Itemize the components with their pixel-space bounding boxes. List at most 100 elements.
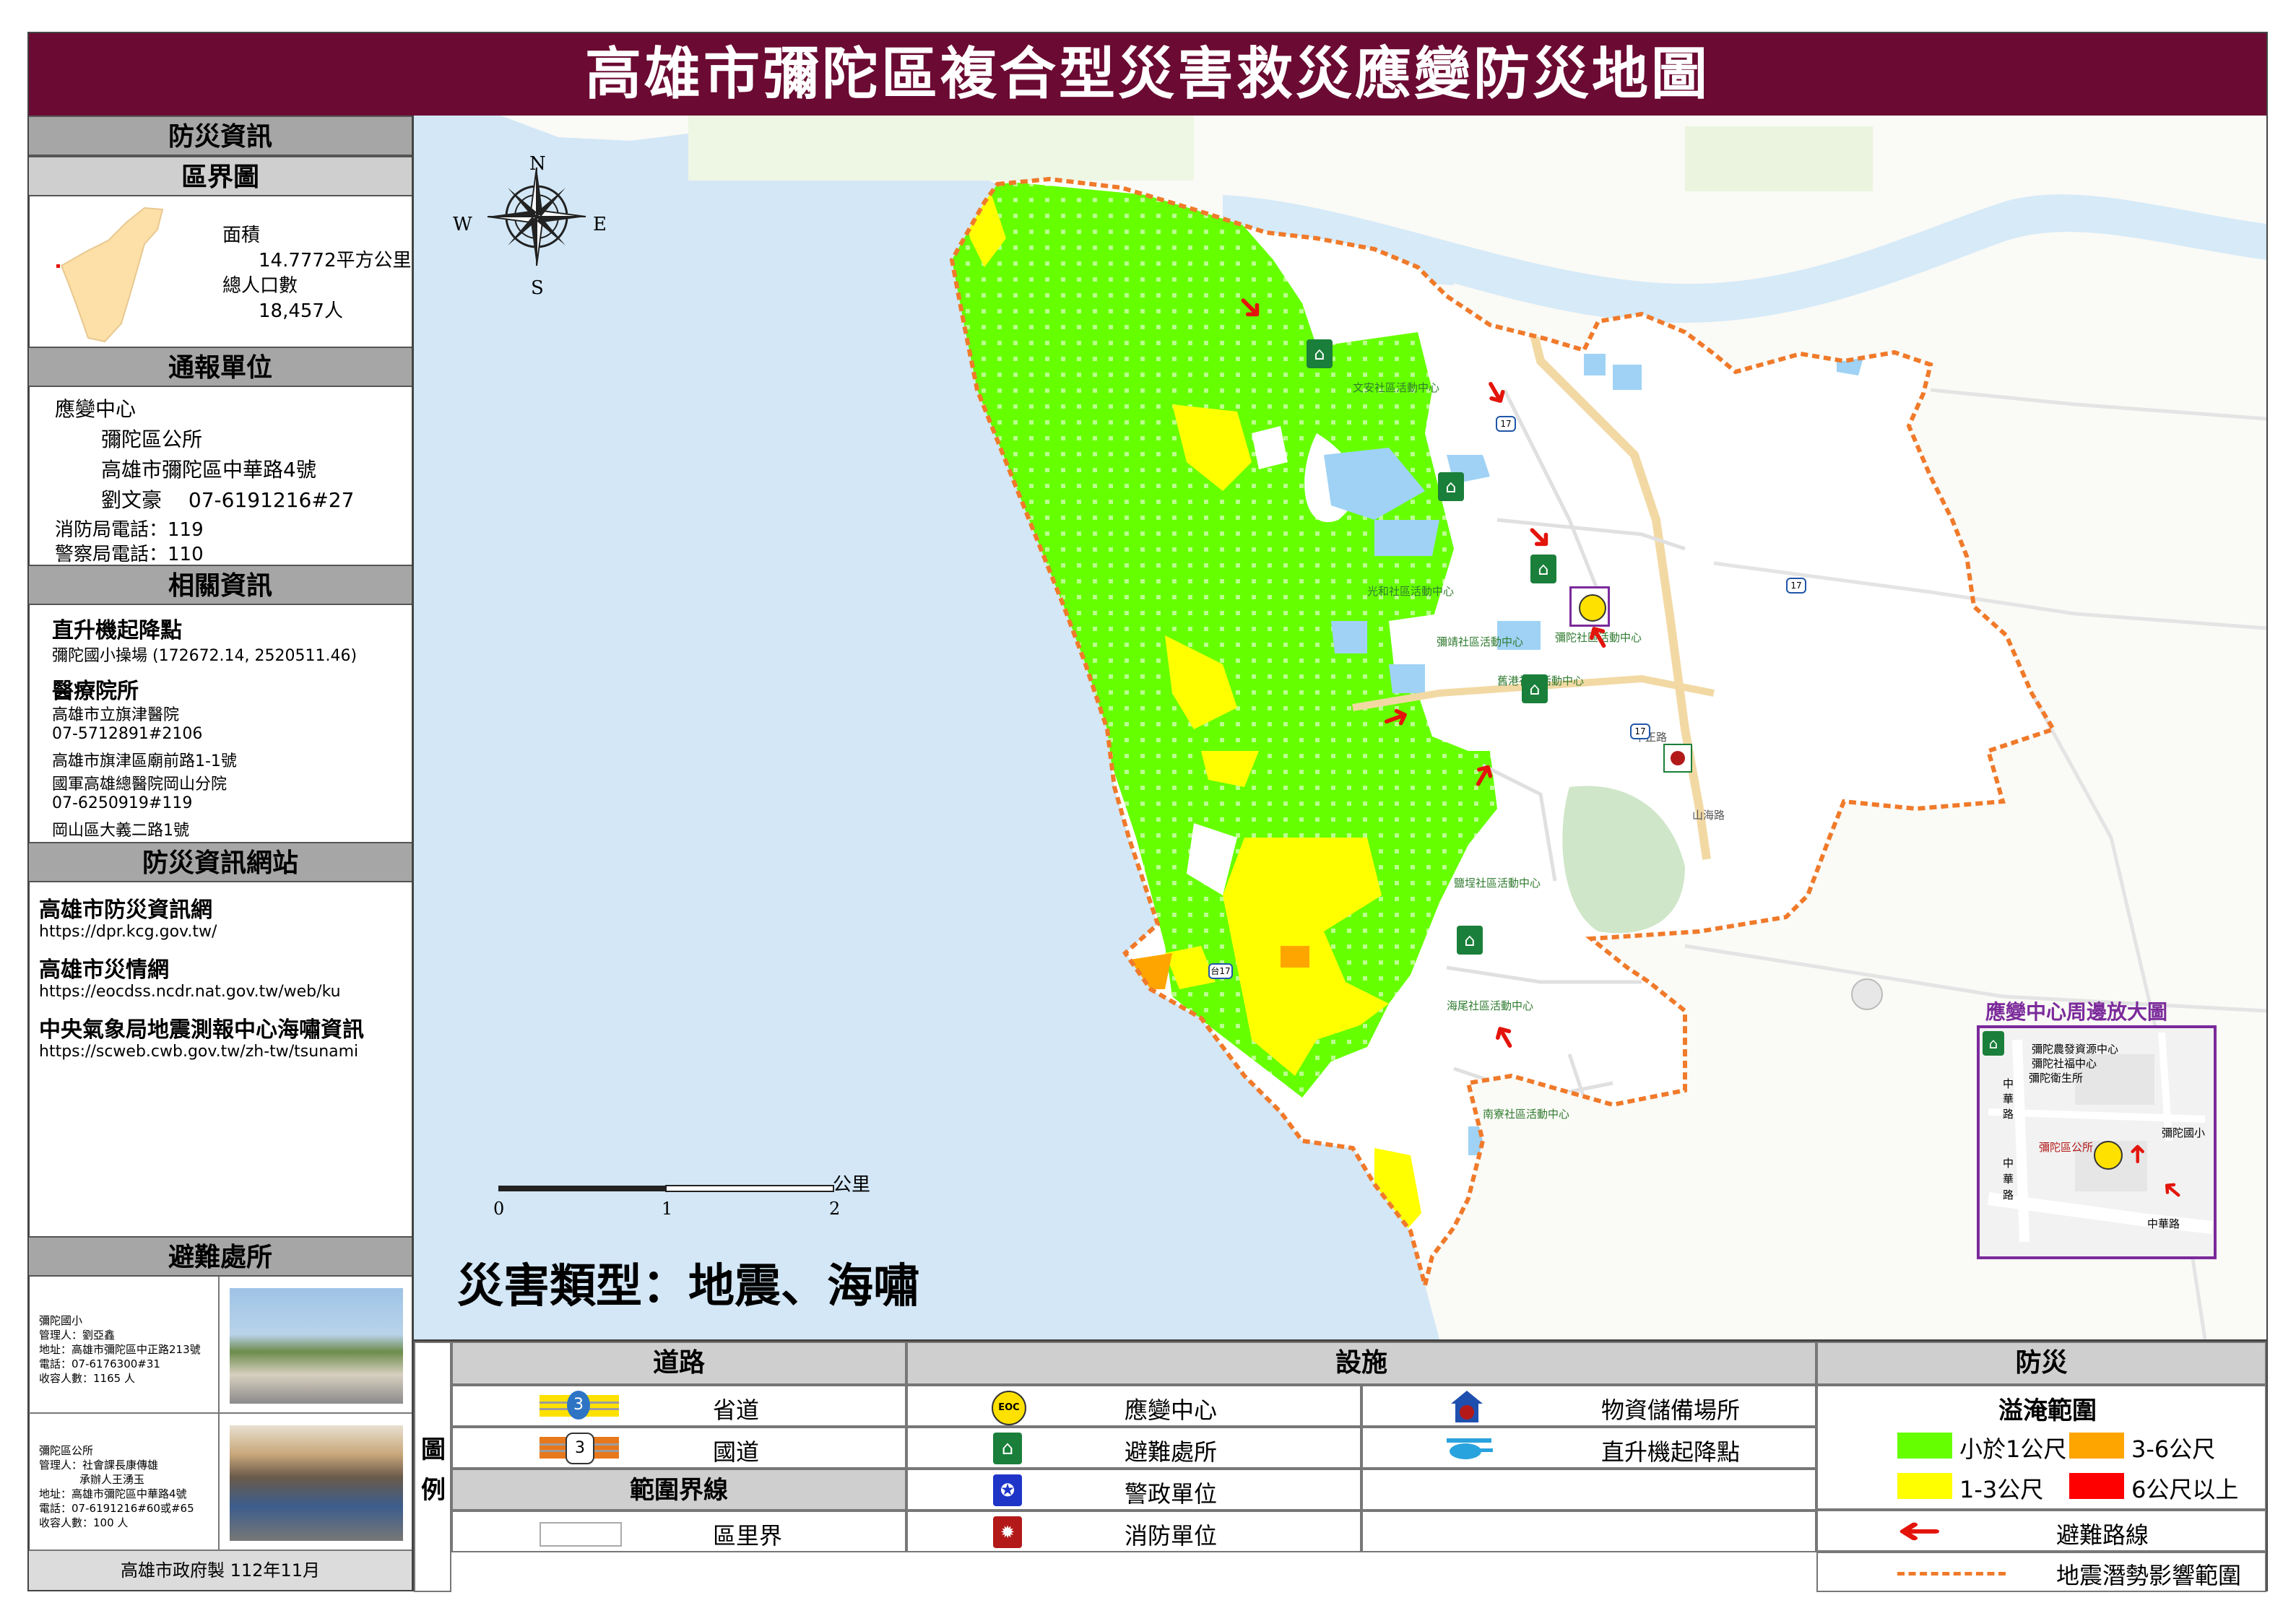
- helicopter-icon: [1444, 1434, 1494, 1463]
- inset-road-label: 路: [2003, 1188, 2014, 1201]
- road-shield: 17: [1496, 416, 1516, 432]
- medical-line: 07-6250919#119: [52, 794, 193, 812]
- shelter-icon[interactable]: ⌂: [1457, 926, 1483, 955]
- shelter-line: 電話：07-6191216#60或#65: [39, 1502, 194, 1515]
- facility-header: 設施: [906, 1342, 1816, 1385]
- website-name: 高雄市防災資訊網: [39, 898, 212, 923]
- shelter-card: 彌陀國小 管理人：劉亞鑫 地址：高雄市彌陀區中正路213號 電話：07-6176…: [29, 1277, 412, 1414]
- flood-header: 溢淹範圍: [1998, 1396, 2097, 1425]
- heli-title: 直升機起降點: [52, 618, 182, 643]
- shelter-icon[interactable]: ⌂: [1307, 339, 1333, 368]
- shelter-icon[interactable]: ⌂: [1522, 674, 1548, 703]
- area-label: 面積: [222, 225, 261, 246]
- scale-tick: 0: [493, 1199, 505, 1219]
- shelter-line: 彌陀區公所: [39, 1444, 94, 1457]
- road-shield: 台17: [1208, 963, 1233, 979]
- national-label: 國道: [713, 1438, 760, 1466]
- empty-cell: [1361, 1469, 1816, 1511]
- map-area[interactable]: N S E W 公里 0 1 2 災害類型：地震、海嘯 文安社區活動中心 光和社…: [414, 116, 2266, 1339]
- village-row: 區里界: [451, 1511, 906, 1552]
- website-name: 中央氣象局地震測報中心海嘯資訊: [39, 1017, 364, 1043]
- report-header: 通報單位: [29, 347, 412, 387]
- shelter-line: 收容人數：100 人: [39, 1516, 129, 1529]
- medical-line: 岡山區大義二路1號: [52, 822, 189, 840]
- provincial-row: 3 省道: [451, 1385, 906, 1427]
- shelter-line: 電話：07-6176300#31: [39, 1357, 160, 1370]
- scale-tick: 2: [829, 1199, 841, 1219]
- flood-lt1-swatch: [1897, 1433, 1952, 1459]
- shelter-icon: ⌂: [993, 1433, 1022, 1464]
- storage-label: 物資儲備場所: [1601, 1396, 1741, 1424]
- compass-south-label: S: [531, 277, 544, 299]
- shelter-legend-row: ⌂ 避難處所: [906, 1427, 1361, 1469]
- flood-1-3-swatch: [1897, 1473, 1952, 1499]
- village-boundary-swatch: [540, 1522, 622, 1547]
- shelter-line: 地址：高雄市彌陀區中正路213號: [39, 1343, 201, 1356]
- fire-label: 消防單位: [1125, 1522, 1218, 1550]
- medical-title: 醫療院所: [52, 679, 139, 704]
- provincial-label: 省道: [713, 1396, 760, 1424]
- shelter-line: 管理人：劉亞鑫: [39, 1329, 116, 1342]
- shelter-icon[interactable]: ⌂: [1438, 472, 1464, 501]
- village-label: 區里界: [713, 1522, 783, 1550]
- scale-unit: 公里: [833, 1174, 871, 1196]
- quake-boundary-swatch: [1897, 1572, 2006, 1576]
- storage-row: 物資儲備場所: [1361, 1385, 1816, 1427]
- compass-west-label: W: [453, 214, 472, 235]
- route-row: ➜ 避難路線: [1816, 1510, 2266, 1552]
- map-canvas: [414, 116, 2266, 1339]
- road-shield: 17: [1630, 723, 1650, 739]
- place-label: 文安社區活動中心: [1353, 381, 1440, 394]
- medical-line: 高雄市旗津區廟前路1-1號: [52, 752, 237, 770]
- producer-footer: 高雄市政府製 112年11月: [29, 1551, 412, 1590]
- route-label: 避難路線: [2056, 1521, 2149, 1549]
- shelter-line: 收容人數：1165 人: [39, 1372, 135, 1385]
- web-header: 防災資訊網站: [29, 842, 412, 882]
- website-url[interactable]: https://scweb.cwb.gov.tw/zh-tw/tsunami: [39, 1043, 358, 1061]
- heli-value: 彌陀國小操場 (172672.14, 2520511.46): [52, 647, 358, 665]
- police-icon: ✪: [993, 1474, 1022, 1506]
- inset-label: 彌陀社福中心: [2032, 1057, 2097, 1070]
- center-address: 高雄市彌陀區中華路4號: [101, 458, 316, 482]
- shelter-line: 彌陀國小: [39, 1314, 83, 1327]
- legend-label-cell: 圖例: [414, 1342, 451, 1592]
- page-title: 高雄市彌陀區複合型災害救災應變防災地圖: [29, 33, 2266, 116]
- place-label: 海尾社區活動中心: [1447, 999, 1534, 1012]
- shelter-line: 管理人：社會課長康傳雄: [39, 1459, 159, 1472]
- eoc-icon: [1579, 594, 1606, 622]
- medical-line: 07-5712891#2106: [52, 725, 203, 743]
- national-row: 3 國道: [451, 1427, 906, 1469]
- road-shield: 17: [1786, 578, 1806, 594]
- inset-label: 彌陀衛生所: [2029, 1072, 2084, 1085]
- eoc-icon: [2094, 1141, 2123, 1170]
- empty-cell: [1361, 1511, 1816, 1552]
- website-name: 高雄市災情網: [39, 957, 169, 983]
- heli-row: 直升機起降點: [1361, 1427, 1816, 1469]
- evacuation-arrow-icon: ➜: [1895, 1511, 1943, 1551]
- flood-1-3-label: 1-3公尺: [1959, 1476, 2044, 1503]
- eoc-row: EOC 應變中心: [906, 1385, 1361, 1427]
- area-value: 14.7772平方公里: [259, 250, 412, 271]
- police-row: ✪ 警政單位: [906, 1469, 1361, 1511]
- place-label: 南寮社區活動中心: [1483, 1108, 1570, 1121]
- center-label: 應變中心: [55, 397, 137, 421]
- disaster-header: 防災: [1816, 1342, 2266, 1385]
- disaster-type: 災害類型：地震、海嘯: [457, 1260, 919, 1313]
- route-number: 3: [567, 1391, 590, 1420]
- scale-bar-graphic: [498, 1185, 834, 1192]
- flood-gt6-swatch: [2069, 1473, 2124, 1499]
- fire-row: ✹ 消防單位: [906, 1511, 1361, 1552]
- flood-3-6-swatch: [2069, 1433, 2124, 1459]
- shelter-icon: ⌂: [1983, 1031, 2004, 1056]
- legend-panel: 圖例 道路 3 省道 3 國道 範圍界線 區里界 設施 EOC 應變中心 ⌂ 避…: [414, 1339, 2266, 1592]
- fire-phone: 消防局電話：119: [55, 519, 204, 541]
- storage-icon: [1450, 1389, 1484, 1424]
- website-url[interactable]: https://dpr.kcg.gov.tw/: [39, 923, 217, 941]
- storage-icon[interactable]: [1663, 744, 1692, 773]
- inset-title: 應變中心周邊放大圖: [1985, 1000, 2168, 1024]
- website-url[interactable]: https://eocdss.ncdr.nat.gov.tw/web/ku: [39, 983, 341, 1001]
- evacuation-arrow-icon: ➜: [2123, 1142, 2153, 1165]
- medical-line: 高雄市立旗津醫院: [52, 706, 180, 724]
- national-road-icon: 3: [540, 1433, 619, 1464]
- hospital-icon: [1851, 978, 1883, 1010]
